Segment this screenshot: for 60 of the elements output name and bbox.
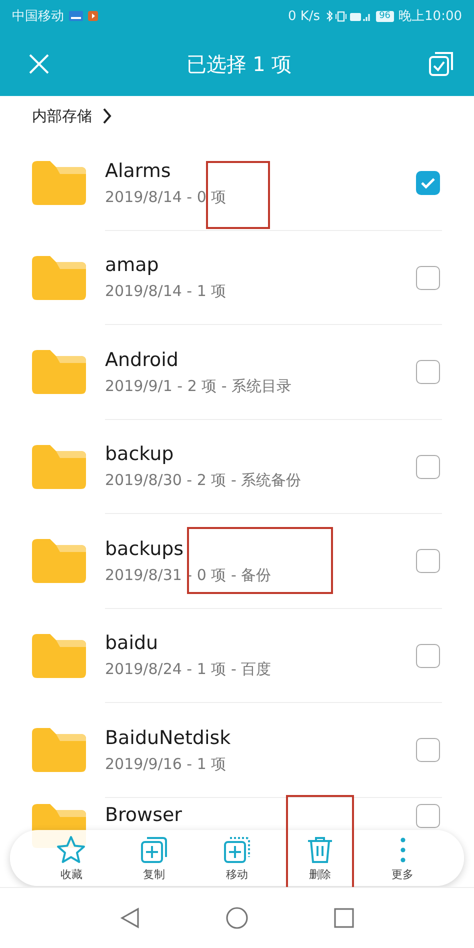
- chevron-icon: [102, 108, 112, 124]
- select-all-icon: [428, 51, 454, 77]
- folder-details: 2019/8/14 - 0 项: [105, 188, 228, 207]
- folder-row[interactable]: Android 2019/9/1 - 2 项 - 系统目录: [0, 325, 474, 420]
- back-icon: [120, 907, 140, 929]
- status-icons-drawing: [325, 10, 372, 22]
- folder-name: Android: [105, 348, 180, 371]
- selection-title: 已选择 1 项: [186, 50, 292, 78]
- folder-details: 2019/9/1 - 2 项 - 系统目录: [105, 376, 293, 396]
- folder-icon: [32, 256, 86, 300]
- folder-icon: [32, 728, 86, 772]
- folder-details: 2019/8/24 - 1 项 - 百度: [105, 660, 272, 680]
- notification-icon: [69, 11, 83, 21]
- folder-details: 2019/8/30 - 2 项 - 系统备份: [105, 471, 302, 490]
- checkbox[interactable]: [416, 266, 440, 290]
- folder-icon: [32, 539, 86, 584]
- carrier-text: 中国移动: [12, 8, 64, 25]
- folder-name: backups: [105, 538, 185, 560]
- close-icon: [28, 53, 50, 75]
- checkbox[interactable]: [416, 454, 440, 479]
- folder-name: amap: [105, 254, 160, 276]
- toolbar-button[interactable]: 删除: [290, 834, 350, 882]
- toolbar-button[interactable]: 复制: [124, 834, 184, 882]
- folder-icon: [32, 161, 86, 206]
- folder-name: BaiduNetdisk: [105, 726, 232, 749]
- folder-name: baidu: [105, 632, 160, 654]
- clock-time: 晚上10:00: [398, 8, 462, 25]
- move-icon: [222, 834, 252, 864]
- folder-row[interactable]: BaiduNetdisk 2019/9/16 - 1 项: [0, 703, 474, 798]
- folder-name: backup: [105, 443, 175, 466]
- folder-name: Alarms: [105, 160, 172, 182]
- breadcrumb-link[interactable]: 内部存储: [32, 106, 92, 126]
- folder-details: 2019/8/14 - 1 项: [105, 282, 228, 302]
- checkbox[interactable]: [416, 171, 440, 196]
- folder-row[interactable]: amap 2019/8/14 - 1 项: [0, 230, 474, 325]
- recents-icon: [334, 908, 354, 928]
- folder-name: Browser: [105, 804, 183, 826]
- toolbar-button[interactable]: 更多: [372, 834, 433, 882]
- checkbox[interactable]: [416, 804, 440, 828]
- star-icon: [56, 834, 86, 864]
- more-icon: [400, 834, 406, 864]
- folder-icon: [32, 350, 86, 394]
- folder-icon: [32, 634, 86, 678]
- check-icon: [420, 177, 436, 190]
- toolbar-button[interactable]: 移动: [206, 834, 267, 882]
- app-notification-icon: [88, 11, 98, 21]
- folder-details: 2019/9/16 - 1 项: [105, 754, 228, 774]
- checkbox[interactable]: [416, 360, 440, 384]
- checkbox[interactable]: [416, 644, 440, 668]
- home-icon: [226, 907, 248, 929]
- folder-icon: [32, 444, 86, 489]
- checkbox[interactable]: [416, 549, 440, 574]
- folder-row[interactable]: backup 2019/8/30 - 2 项 - 系统备份: [0, 420, 474, 514]
- folder-row[interactable]: baidu 2019/8/24 - 1 项 - 百度: [0, 608, 474, 703]
- copy-icon: [139, 834, 170, 864]
- toolbar-button[interactable]: 收藏: [41, 834, 102, 882]
- folder-row[interactable]: Alarms 2019/8/14 - 0 项: [0, 136, 474, 230]
- battery-level: 96: [376, 10, 394, 22]
- checkbox[interactable]: [416, 738, 440, 762]
- network-speed: 0 K/s: [288, 8, 320, 24]
